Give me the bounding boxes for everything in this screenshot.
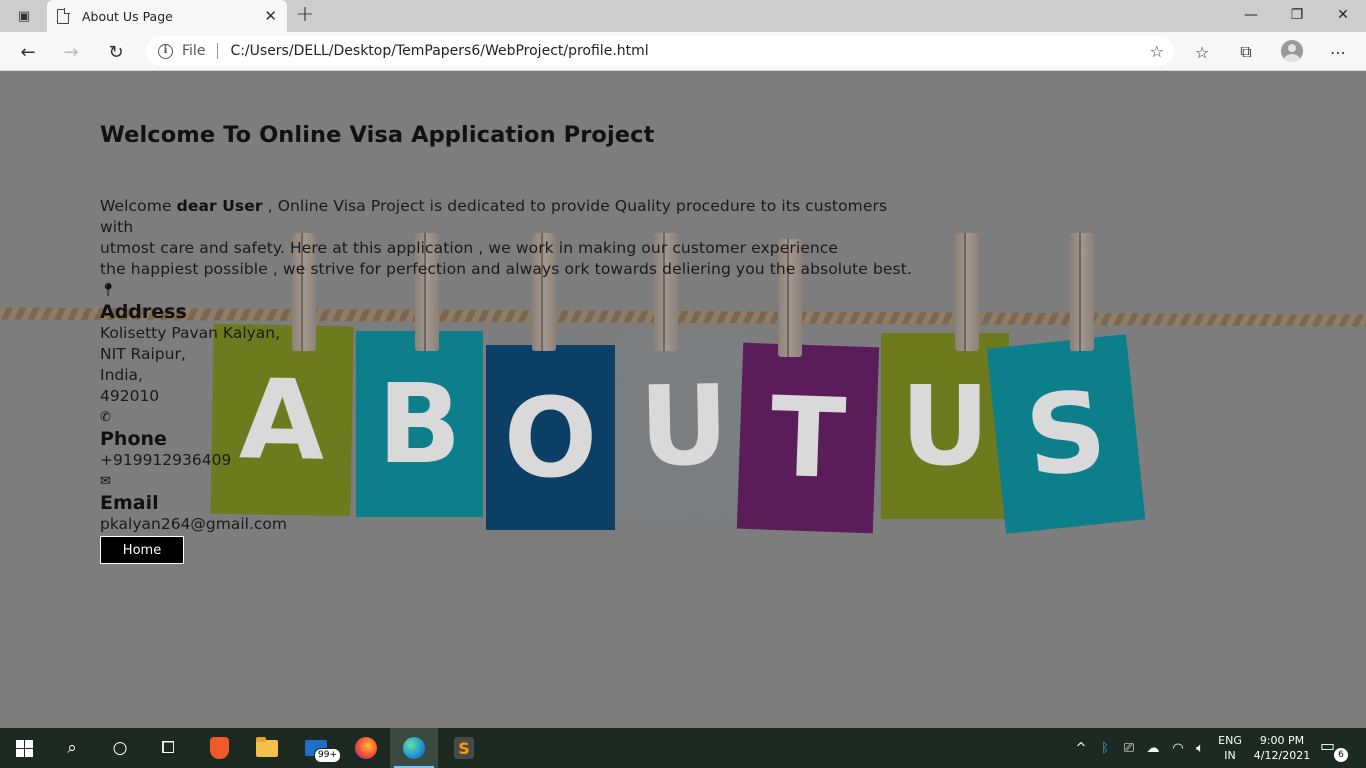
intro-bold-user: dear User	[176, 197, 263, 215]
onedrive-icon[interactable]: ☁	[1143, 728, 1163, 768]
tab-title: About Us Page	[82, 8, 173, 24]
browser-tab[interactable]: About Us Page ✕	[47, 0, 287, 32]
address-heading: Address	[100, 301, 187, 323]
email-value: pkalyan264@gmail.com	[100, 515, 288, 533]
edge-browser-icon[interactable]	[390, 728, 438, 768]
back-button[interactable]: ←	[14, 38, 42, 66]
start-button[interactable]	[0, 728, 48, 768]
clothespin	[1070, 233, 1094, 351]
brave-browser-icon[interactable]	[195, 728, 243, 768]
intro-paragraph: Welcome dear User , Online Visa Project …	[100, 196, 920, 280]
intro-prefix: Welcome	[100, 197, 177, 215]
more-options-icon[interactable]: ⋯	[1326, 40, 1350, 64]
address-line: India,	[100, 366, 143, 384]
url-text[interactable]: C:/Users/DELL/Desktop/TemPapers6/WebProj…	[230, 43, 1174, 59]
restore-button[interactable]: ❐	[1274, 0, 1320, 30]
address-line: Kolisetty Pavan Kalyan,	[100, 324, 281, 342]
favorites-icon[interactable]: ☆	[1190, 40, 1214, 64]
bluetooth-icon[interactable]: ᛒ	[1096, 728, 1114, 768]
intro-line2: utmost care and safety. Here at this app…	[100, 239, 839, 257]
minimize-button[interactable]: —	[1228, 0, 1274, 30]
card-letter: S	[1019, 366, 1113, 502]
map-marker-icon: 📍︎	[100, 283, 117, 298]
address-line: NIT Raipur,	[100, 345, 186, 363]
show-hidden-icons[interactable]: ^	[1072, 728, 1090, 768]
taskbar: ⌕ ○ ⧠ 99+ S ^ ᛒ ⎚ ☁ ◠ 🔈︎ ENG IN 9:00 PM …	[0, 728, 1366, 768]
cortana-icon[interactable]: ○	[96, 728, 144, 768]
address-bar[interactable]: i File C:/Users/DELL/Desktop/TemPapers6/…	[146, 36, 1174, 66]
address-separator	[217, 43, 219, 59]
clock-date: 4/12/2021	[1253, 749, 1311, 762]
about-content: Welcome To Online Visa Application Proje…	[100, 122, 920, 564]
firefox-icon[interactable]	[342, 728, 390, 768]
meet-now-icon[interactable]: ⎚	[1120, 728, 1138, 768]
wifi-icon[interactable]: ◠	[1168, 728, 1188, 768]
envelope-icon: ✉	[100, 474, 111, 489]
page-viewport: A B O U T U S Welcome To Online Visa App…	[0, 71, 1366, 728]
phone-value: +919912936409	[100, 451, 232, 469]
windows-logo-icon	[15, 739, 33, 757]
search-icon[interactable]: ⌕	[48, 728, 96, 768]
tab-bar: ▣ About Us Page ✕ + — ❐ ✕	[0, 0, 1366, 32]
about-card-s: S	[986, 334, 1146, 534]
phone-heading: Phone	[100, 428, 167, 450]
mail-badge: 99+	[314, 748, 341, 763]
url-scheme: File	[182, 43, 206, 59]
language-indicator[interactable]: ENG IN	[1213, 733, 1247, 763]
region-code: IN	[1224, 749, 1236, 762]
notification-center-icon[interactable]: ▭ 6	[1320, 736, 1348, 762]
language-code: ENG	[1218, 734, 1242, 747]
notification-count: 6	[1334, 748, 1348, 762]
system-clock[interactable]: 9:00 PM 4/12/2021	[1252, 733, 1312, 763]
clothespin	[955, 233, 979, 351]
intro-line3: the happiest possible , we strive for pe…	[100, 260, 912, 278]
info-icon[interactable]: i	[158, 43, 173, 59]
clock-time: 9:00 PM	[1259, 734, 1305, 747]
forward-button[interactable]: →	[57, 38, 85, 66]
file-explorer-icon[interactable]	[243, 728, 291, 768]
profile-avatar[interactable]	[1281, 40, 1303, 62]
browser-toolbar: ← → ↻ i File C:/Users/DELL/Desktop/TemPa…	[0, 32, 1366, 71]
address-line: 492010	[100, 387, 160, 405]
volume-icon[interactable]: 🔈︎	[1190, 728, 1210, 768]
email-heading: Email	[100, 492, 159, 514]
page-icon	[57, 7, 70, 24]
task-view-icon[interactable]: ⧠	[144, 728, 192, 768]
close-tab-icon[interactable]: ✕	[264, 7, 277, 25]
home-button[interactable]: Home	[100, 536, 184, 564]
new-tab-button[interactable]: +	[294, 4, 316, 28]
tab-actions-icon[interactable]: ▣	[10, 6, 38, 26]
page-title: Welcome To Online Visa Application Proje…	[100, 122, 655, 148]
refresh-button[interactable]: ↻	[102, 38, 130, 66]
sublime-text-icon[interactable]: S	[440, 728, 488, 768]
close-window-button[interactable]: ✕	[1320, 0, 1366, 30]
phone-icon: ✆	[100, 410, 111, 425]
collections-icon[interactable]: ⧉	[1234, 40, 1258, 64]
add-favorite-icon[interactable]: ☆	[1150, 42, 1164, 61]
